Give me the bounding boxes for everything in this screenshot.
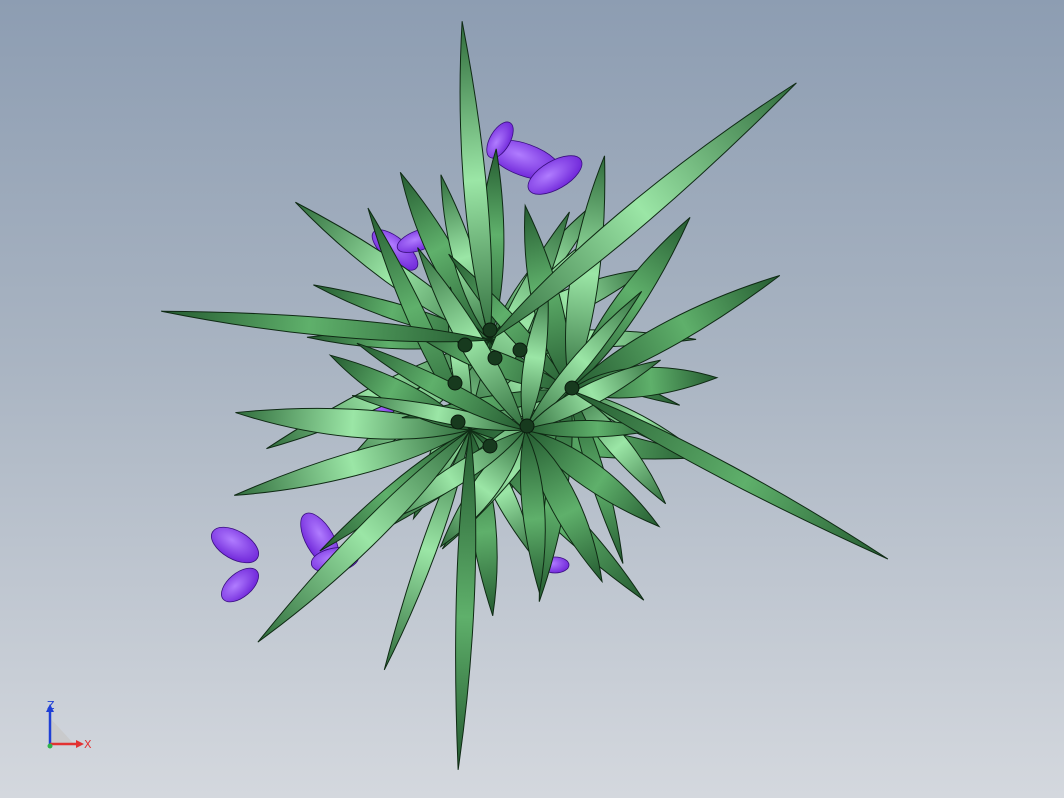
flower-center xyxy=(512,342,528,358)
flower-center xyxy=(482,438,498,454)
petal xyxy=(211,526,259,564)
axis-triad: Z X xyxy=(38,698,98,758)
flower-center xyxy=(447,375,463,391)
leaf-group xyxy=(161,21,889,770)
petal xyxy=(221,567,259,603)
flower-center xyxy=(450,414,466,430)
plant-model[interactable] xyxy=(0,0,1064,798)
flower-center xyxy=(564,380,580,396)
flower-center xyxy=(487,350,503,366)
graphics-viewport[interactable]: Z X xyxy=(0,0,1064,798)
x-axis-label: X xyxy=(84,738,92,751)
flower-center xyxy=(519,418,535,434)
flower-center xyxy=(457,337,473,353)
flower-center xyxy=(482,322,498,338)
z-axis-label: Z xyxy=(47,699,55,712)
